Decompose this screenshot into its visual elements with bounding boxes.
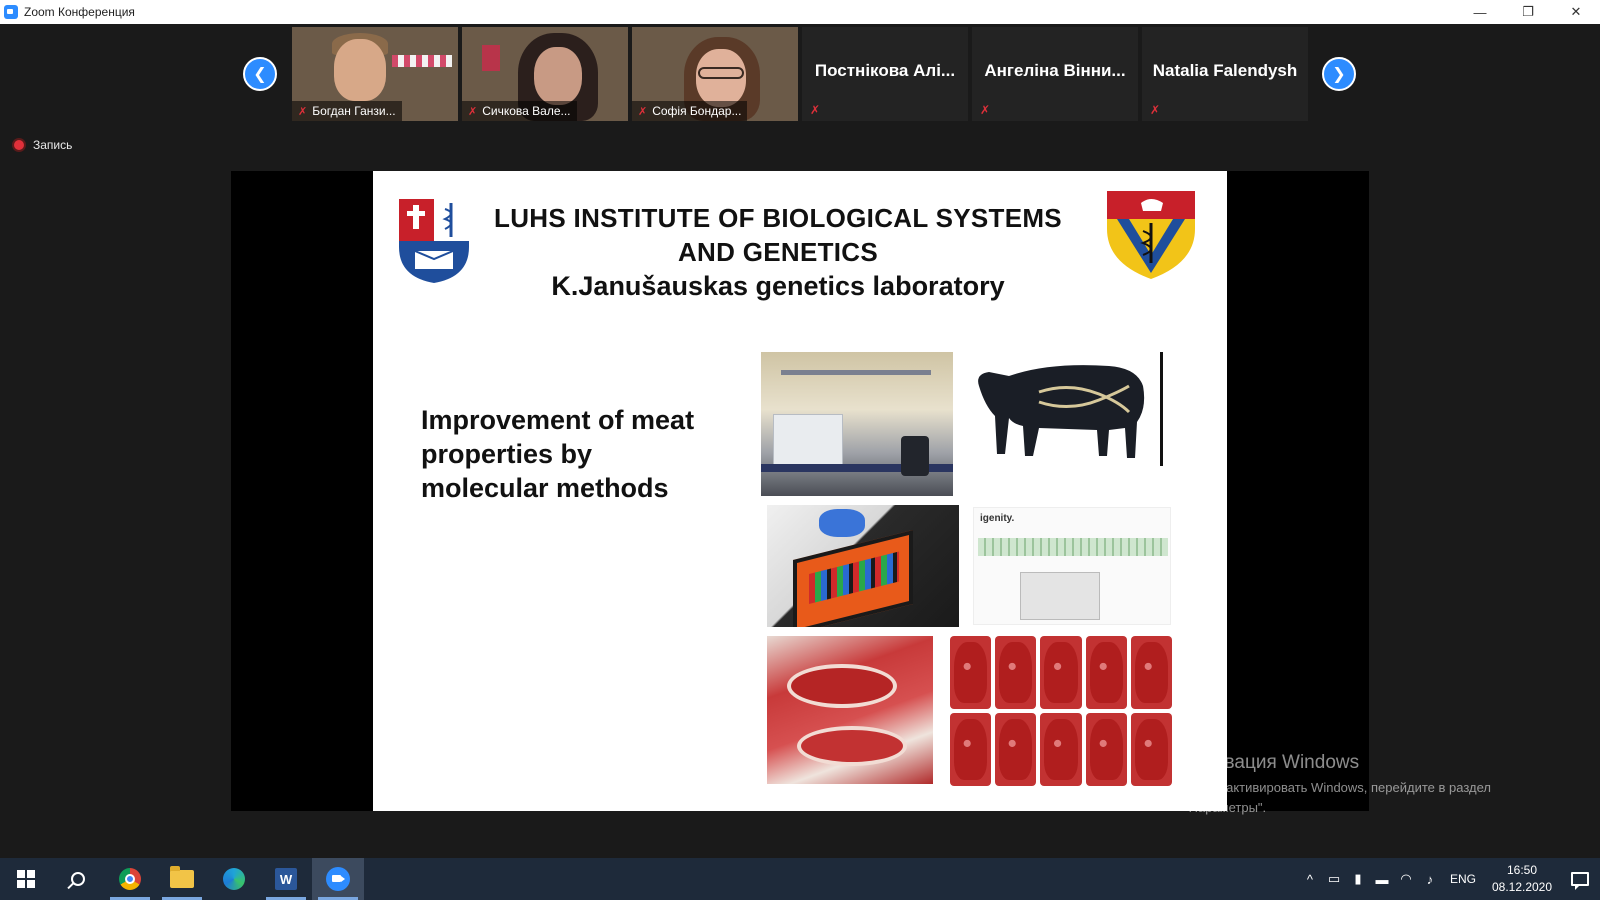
participant-tile[interactable]: Natalia Falendysh ✗ [1142, 27, 1308, 121]
zoom-icon [326, 867, 350, 891]
title-bar: Zoom Конференция — ❐ ✕ [0, 0, 1600, 24]
participant-tile[interactable]: ✗ Софія Бондар... [632, 27, 798, 121]
bull-silhouette-icon [978, 365, 1145, 458]
mic-muted-icon: ✗ [468, 105, 478, 118]
taskbar-chrome[interactable] [104, 858, 156, 900]
windows-taskbar: W ^ ▭ ▮ ▬ ◠ ♪ ENG 16:50 08.12.2020 [0, 858, 1600, 900]
marbling-sample [995, 713, 1037, 786]
watermark-title: Активация Windows [1184, 752, 1360, 773]
microphone-icon[interactable]: ▮ [1346, 858, 1370, 900]
participant-gallery: ❮ ✗ Богдан Ганзи... ✗ Сичкова Вале... ✗ … [0, 24, 1600, 124]
window-controls: — ❐ ✕ [1456, 0, 1600, 24]
pipette-sample-photo [767, 505, 959, 627]
participant-name: Софія Бондар... [652, 104, 742, 118]
participant-name-bar: ✗ Сичкова Вале... [462, 101, 577, 121]
mic-muted-icon: ✗ [810, 103, 821, 117]
battery-icon[interactable]: ▬ [1370, 858, 1394, 900]
taskbar-zoom[interactable] [312, 858, 364, 900]
meet-now-icon[interactable]: ▭ [1322, 858, 1346, 900]
steak-photo [767, 636, 933, 784]
start-button[interactable] [0, 858, 52, 900]
taskbar-clock[interactable]: 16:50 08.12.2020 [1484, 862, 1560, 896]
chrome-icon [119, 868, 141, 890]
participant-name: Сичкова Вале... [482, 104, 571, 118]
marbling-sample [950, 713, 992, 786]
search-button[interactable] [52, 858, 104, 900]
mic-muted-icon: ✗ [298, 105, 308, 118]
wifi-icon[interactable]: ◠ [1394, 858, 1418, 900]
search-icon [71, 872, 85, 886]
zoom-app-icon [4, 5, 18, 19]
recording-label: Запись [33, 138, 73, 152]
taskbar-edge[interactable] [208, 858, 260, 900]
notification-icon [1571, 872, 1589, 890]
marbling-sample [1040, 636, 1082, 709]
luhs-crest-icon [399, 199, 469, 283]
slide-title-line-2: AND GENETICS [677, 237, 879, 267]
minimize-button[interactable]: — [1456, 0, 1504, 24]
gallery-next-button[interactable]: ❯ [1322, 57, 1356, 91]
windows-activation-watermark: Активация Windows Чтобы активировать Win… [1184, 752, 1491, 818]
action-center-button[interactable] [1560, 858, 1600, 900]
edge-icon [223, 868, 245, 890]
marbling-sample [1130, 636, 1172, 709]
windows-logo-icon [17, 870, 35, 888]
watermark-line-1: Чтобы активировать Windows, перейдите в … [1184, 780, 1491, 795]
language-indicator[interactable]: ENG [1450, 872, 1476, 886]
participant-name: Постнікова Алі... [814, 61, 956, 80]
participant-name-bar: ✗ Богдан Ганзи... [292, 101, 402, 121]
mic-muted-icon: ✗ [638, 105, 648, 118]
slide-title-line-1: LUHS INSTITUTE OF BIOLOGICAL SYSTEMS [494, 203, 1062, 233]
record-icon [14, 140, 24, 150]
slide-subtitle: K.Janušauskas genetics laboratory [551, 271, 1005, 301]
marbling-sample [1130, 713, 1172, 786]
restore-button[interactable]: ❐ [1504, 0, 1552, 24]
marbling-sample [995, 636, 1037, 709]
marbling-sample [1040, 713, 1082, 786]
mic-muted-icon: ✗ [1150, 103, 1161, 117]
chevron-left-icon: ❮ [253, 66, 267, 83]
clock-time: 16:50 [1506, 863, 1538, 877]
participant-name: Ангеліна Вінни... [984, 61, 1126, 80]
lab-equipment-photo [761, 352, 953, 496]
marbling-sample [1085, 636, 1127, 709]
participant-tile[interactable]: Ангеліна Вінни... ✗ [972, 27, 1138, 121]
participant-name: Natalia Falendysh [1152, 61, 1298, 80]
chevron-right-icon: ❯ [1332, 66, 1346, 83]
participant-name: Богдан Ганзи... [312, 104, 396, 118]
window-title: Zoom Конференция [24, 5, 135, 19]
folder-icon [170, 866, 194, 888]
participant-name-bar: ✗ Софія Бондар... [632, 101, 748, 121]
taskbar-word[interactable]: W [260, 858, 312, 900]
zoom-window: Zoom Конференция — ❐ ✕ ❮ ✗ Богдан Ганзи.… [0, 0, 1600, 900]
marbling-grades-grid [950, 636, 1172, 786]
system-tray: ^ ▭ ▮ ▬ ◠ ♪ ENG 16:50 08.12.2020 [1298, 858, 1600, 900]
marbling-sample [950, 636, 992, 709]
word-icon: W [275, 868, 297, 890]
veterinary-shield-icon [1107, 191, 1195, 279]
slide-body-text: Improvement of meat properties by molecu… [421, 405, 695, 503]
participant-tile[interactable]: Постнікова Алі... ✗ [802, 27, 968, 121]
recording-indicator[interactable]: Запись [14, 138, 72, 152]
participant-tile[interactable]: ✗ Сичкова Вале... [462, 27, 628, 121]
gallery-prev-button[interactable]: ❮ [243, 57, 277, 91]
taskbar-file-explorer[interactable] [156, 858, 208, 900]
marbling-sample [1085, 713, 1127, 786]
clock-date: 08.12.2020 [1491, 880, 1553, 894]
igenity-label: igenity. [980, 513, 1015, 524]
watermark-line-2: "Параметры". [1184, 800, 1267, 815]
participant-tile[interactable]: ✗ Богдан Ганзи... [292, 27, 458, 121]
volume-icon[interactable]: ♪ [1418, 858, 1442, 900]
bull-dna-image [969, 352, 1171, 466]
tray-overflow-chevron[interactable]: ^ [1298, 858, 1322, 900]
mic-muted-icon: ✗ [980, 103, 991, 117]
igenity-report-image: igenity. [973, 507, 1171, 625]
close-button[interactable]: ✕ [1552, 0, 1600, 24]
